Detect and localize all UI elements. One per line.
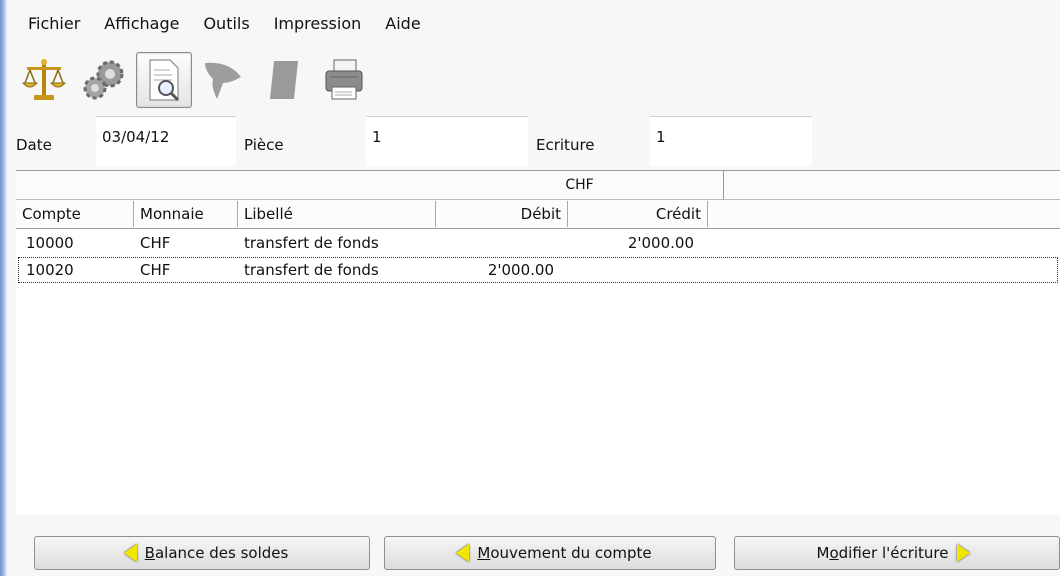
menu-bar: Fichier Affichage Outils Impression Aide (16, 10, 433, 40)
ecriture-label: Ecriture (536, 136, 595, 154)
arrow-left-icon (456, 544, 470, 562)
button-bar: Balance des soldes Mouvement du compte M… (16, 530, 1060, 570)
cell-credit: 2'000.00 (627, 234, 694, 252)
menu-impression[interactable]: Impression (262, 10, 374, 40)
book-icon[interactable] (256, 52, 312, 108)
menu-fichier[interactable]: Fichier (16, 10, 92, 40)
cell-debit (436, 231, 568, 255)
cell-credit (568, 258, 700, 282)
col-debit[interactable]: Débit (436, 201, 568, 227)
col-libelle[interactable]: Libellé (238, 201, 436, 227)
cell-libelle: transfert de fonds (244, 261, 379, 279)
entries-table: CHF Compte Monnaie Libellé Débit Crédit … (16, 170, 1060, 515)
cell-debit: 2'000.00 (487, 261, 554, 279)
col-credit[interactable]: Crédit (568, 201, 708, 227)
piece-field[interactable]: 1 (366, 116, 528, 166)
printer-icon[interactable] (316, 52, 372, 108)
menu-aide[interactable]: Aide (373, 10, 432, 40)
ecriture-field[interactable]: 1 (650, 116, 812, 166)
currency-band-chf: CHF (436, 171, 724, 199)
balance-des-soldes-button[interactable]: Balance des soldes (34, 536, 370, 570)
arrow-right-icon (956, 544, 970, 562)
button-label: Balance des soldes (144, 544, 289, 562)
entry-header: Date 03/04/12 Pièce 1 Ecriture 1 (16, 116, 1060, 168)
menu-affichage[interactable]: Affichage (92, 10, 191, 40)
document-search-icon[interactable] (136, 52, 192, 108)
mouvement-du-compte-button[interactable]: Mouvement du compte (384, 536, 716, 570)
table-header: Compte Monnaie Libellé Débit Crédit (16, 200, 1060, 229)
funnel-icon[interactable] (196, 52, 252, 108)
gears-icon[interactable] (76, 52, 132, 108)
button-label: Modifier l'écriture (816, 544, 949, 562)
cell-compte: 10000 (26, 234, 74, 252)
cell-monnaie: CHF (140, 261, 171, 279)
currency-band-row: CHF (16, 171, 1060, 200)
col-compte[interactable]: Compte (16, 201, 134, 227)
button-label: Mouvement du compte (477, 544, 652, 562)
window-edge (0, 0, 7, 576)
col-monnaie[interactable]: Monnaie (134, 201, 238, 227)
toolbar (16, 46, 376, 114)
piece-label: Pièce (244, 136, 284, 154)
menu-outils[interactable]: Outils (191, 10, 261, 40)
modifier-ecriture-button[interactable]: Modifier l'écriture (734, 536, 1060, 570)
arrow-left-icon (123, 544, 137, 562)
cell-compte: 10020 (26, 261, 74, 279)
balance-icon[interactable] (16, 52, 72, 108)
cell-libelle: transfert de fonds (244, 234, 379, 252)
cell-monnaie: CHF (140, 234, 171, 252)
date-label: Date (16, 136, 52, 154)
date-field[interactable]: 03/04/12 (96, 116, 236, 166)
